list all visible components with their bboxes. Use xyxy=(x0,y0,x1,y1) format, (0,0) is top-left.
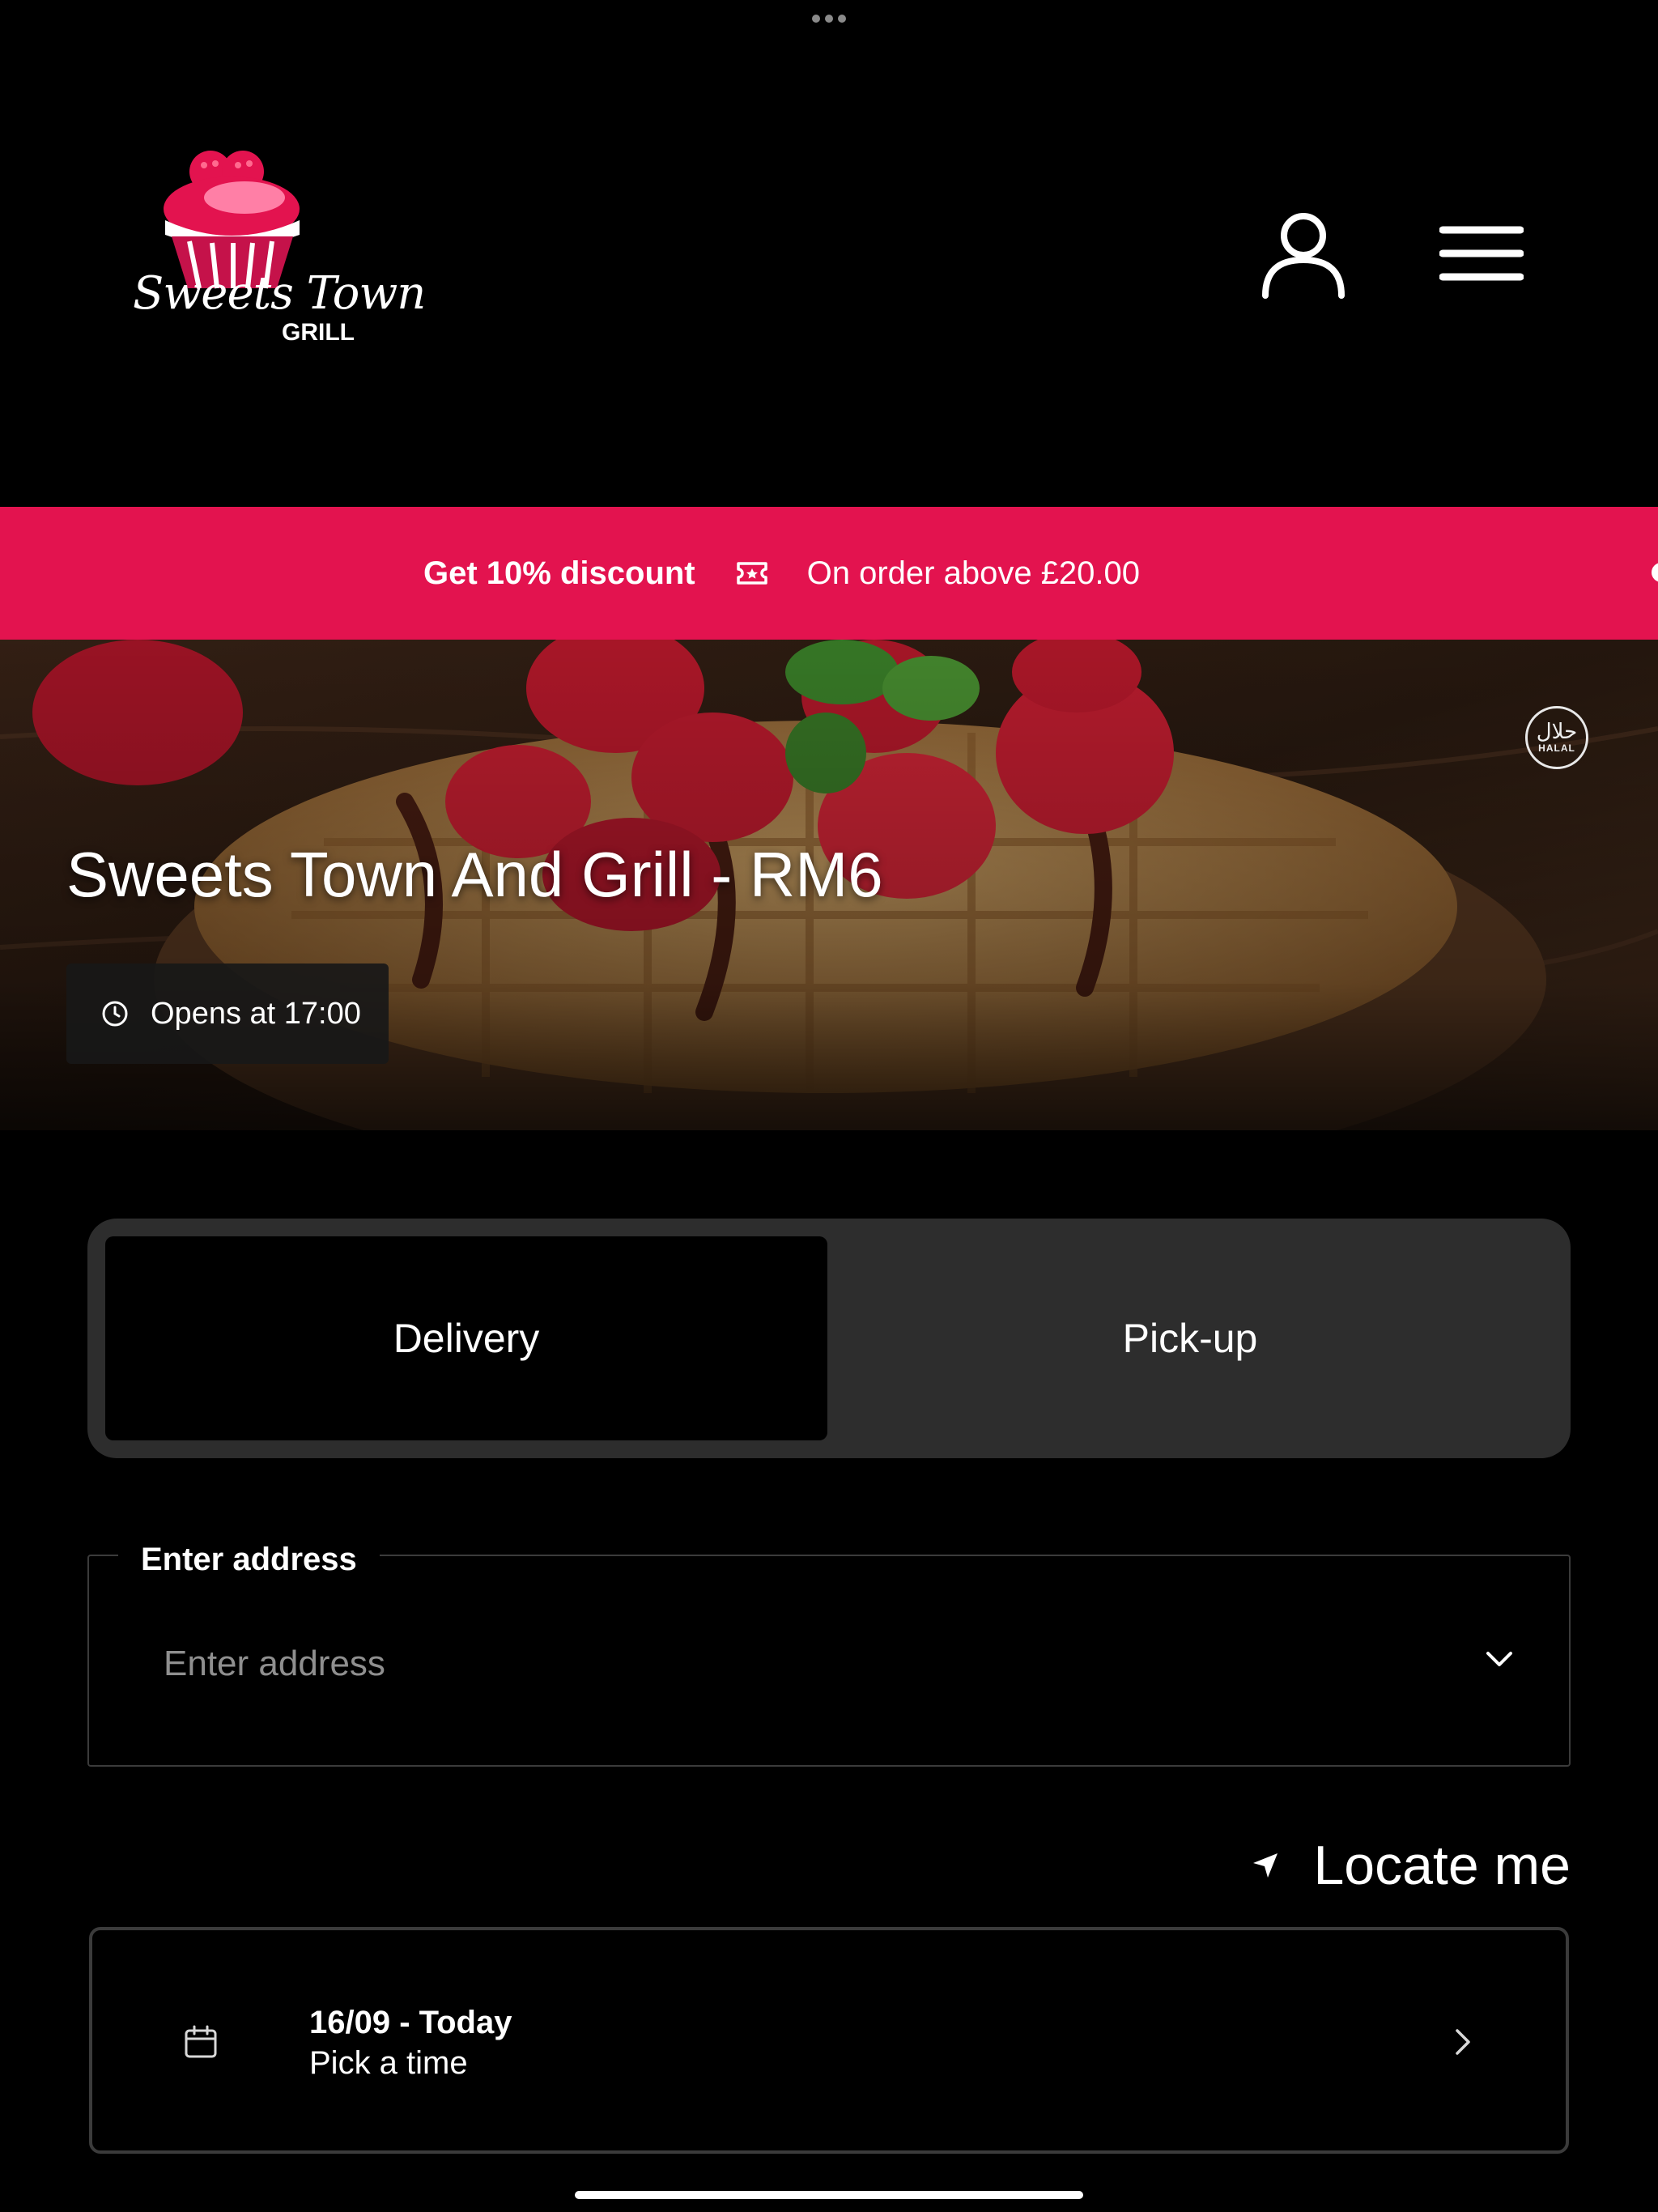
clock-icon xyxy=(102,1001,128,1027)
address-field[interactable]: Enter address xyxy=(87,1540,1571,1767)
multitasking-dots[interactable] xyxy=(812,15,846,24)
dot xyxy=(825,15,833,23)
restaurant-name: Sweets Town And Grill - RM6 xyxy=(66,839,883,910)
location-arrow-icon xyxy=(1253,1853,1278,1878)
opening-hours-badge: Opens at 17:00 xyxy=(66,963,389,1064)
chevron-down-icon[interactable] xyxy=(1480,1639,1519,1678)
account-button[interactable] xyxy=(1259,206,1348,300)
calendar-icon xyxy=(185,2025,217,2058)
pick-time-prompt: Pick a time xyxy=(309,2045,468,2081)
address-label: Enter address xyxy=(118,1540,380,1579)
halal-badge: حلال HALAL xyxy=(1525,706,1588,769)
opening-hours-text: Opens at 17:00 xyxy=(151,996,361,1031)
promo-banner: Get 10% discount On order above £20.00 xyxy=(0,507,1658,640)
menu-button[interactable] xyxy=(1439,225,1524,282)
tab-pickup[interactable]: Pick-up xyxy=(827,1236,1553,1440)
chevron-right-icon xyxy=(1456,2029,1470,2055)
locate-me-label: Locate me xyxy=(1313,1835,1571,1896)
dot xyxy=(838,15,846,23)
time-picker-card[interactable]: 16/09 - Today Pick a time xyxy=(89,1927,1569,2154)
user-icon xyxy=(1262,213,1345,299)
locate-me-button[interactable]: Locate me xyxy=(1247,1827,1571,1904)
halal-arabic-text: حلال xyxy=(1536,720,1578,744)
promo-title: Get 10% discount xyxy=(423,555,695,591)
promo-content: Get 10% discount On order above £20.00 xyxy=(423,507,1140,640)
hamburger-menu-icon xyxy=(1439,226,1524,281)
hero-banner: حلال HALAL Sweets Town And Grill - RM6 O… xyxy=(0,640,1658,1130)
promo-detail: On order above £20.00 xyxy=(806,555,1141,591)
order-mode-toggle: Delivery Pick-up xyxy=(87,1219,1571,1458)
dot xyxy=(812,15,820,23)
logo-subtitle: GRILL xyxy=(282,319,355,346)
halal-label: HALAL xyxy=(1538,742,1575,754)
home-indicator[interactable] xyxy=(575,2191,1083,2199)
brand-logo[interactable]: Sweets Town GRILL xyxy=(130,146,426,372)
tab-delivery[interactable]: Delivery xyxy=(105,1236,827,1440)
ticket-icon xyxy=(736,562,767,585)
address-input[interactable] xyxy=(164,1636,1378,1692)
logo-wordmark: Sweets Town xyxy=(133,267,426,320)
selected-date: 16/09 - Today xyxy=(309,2005,512,2040)
